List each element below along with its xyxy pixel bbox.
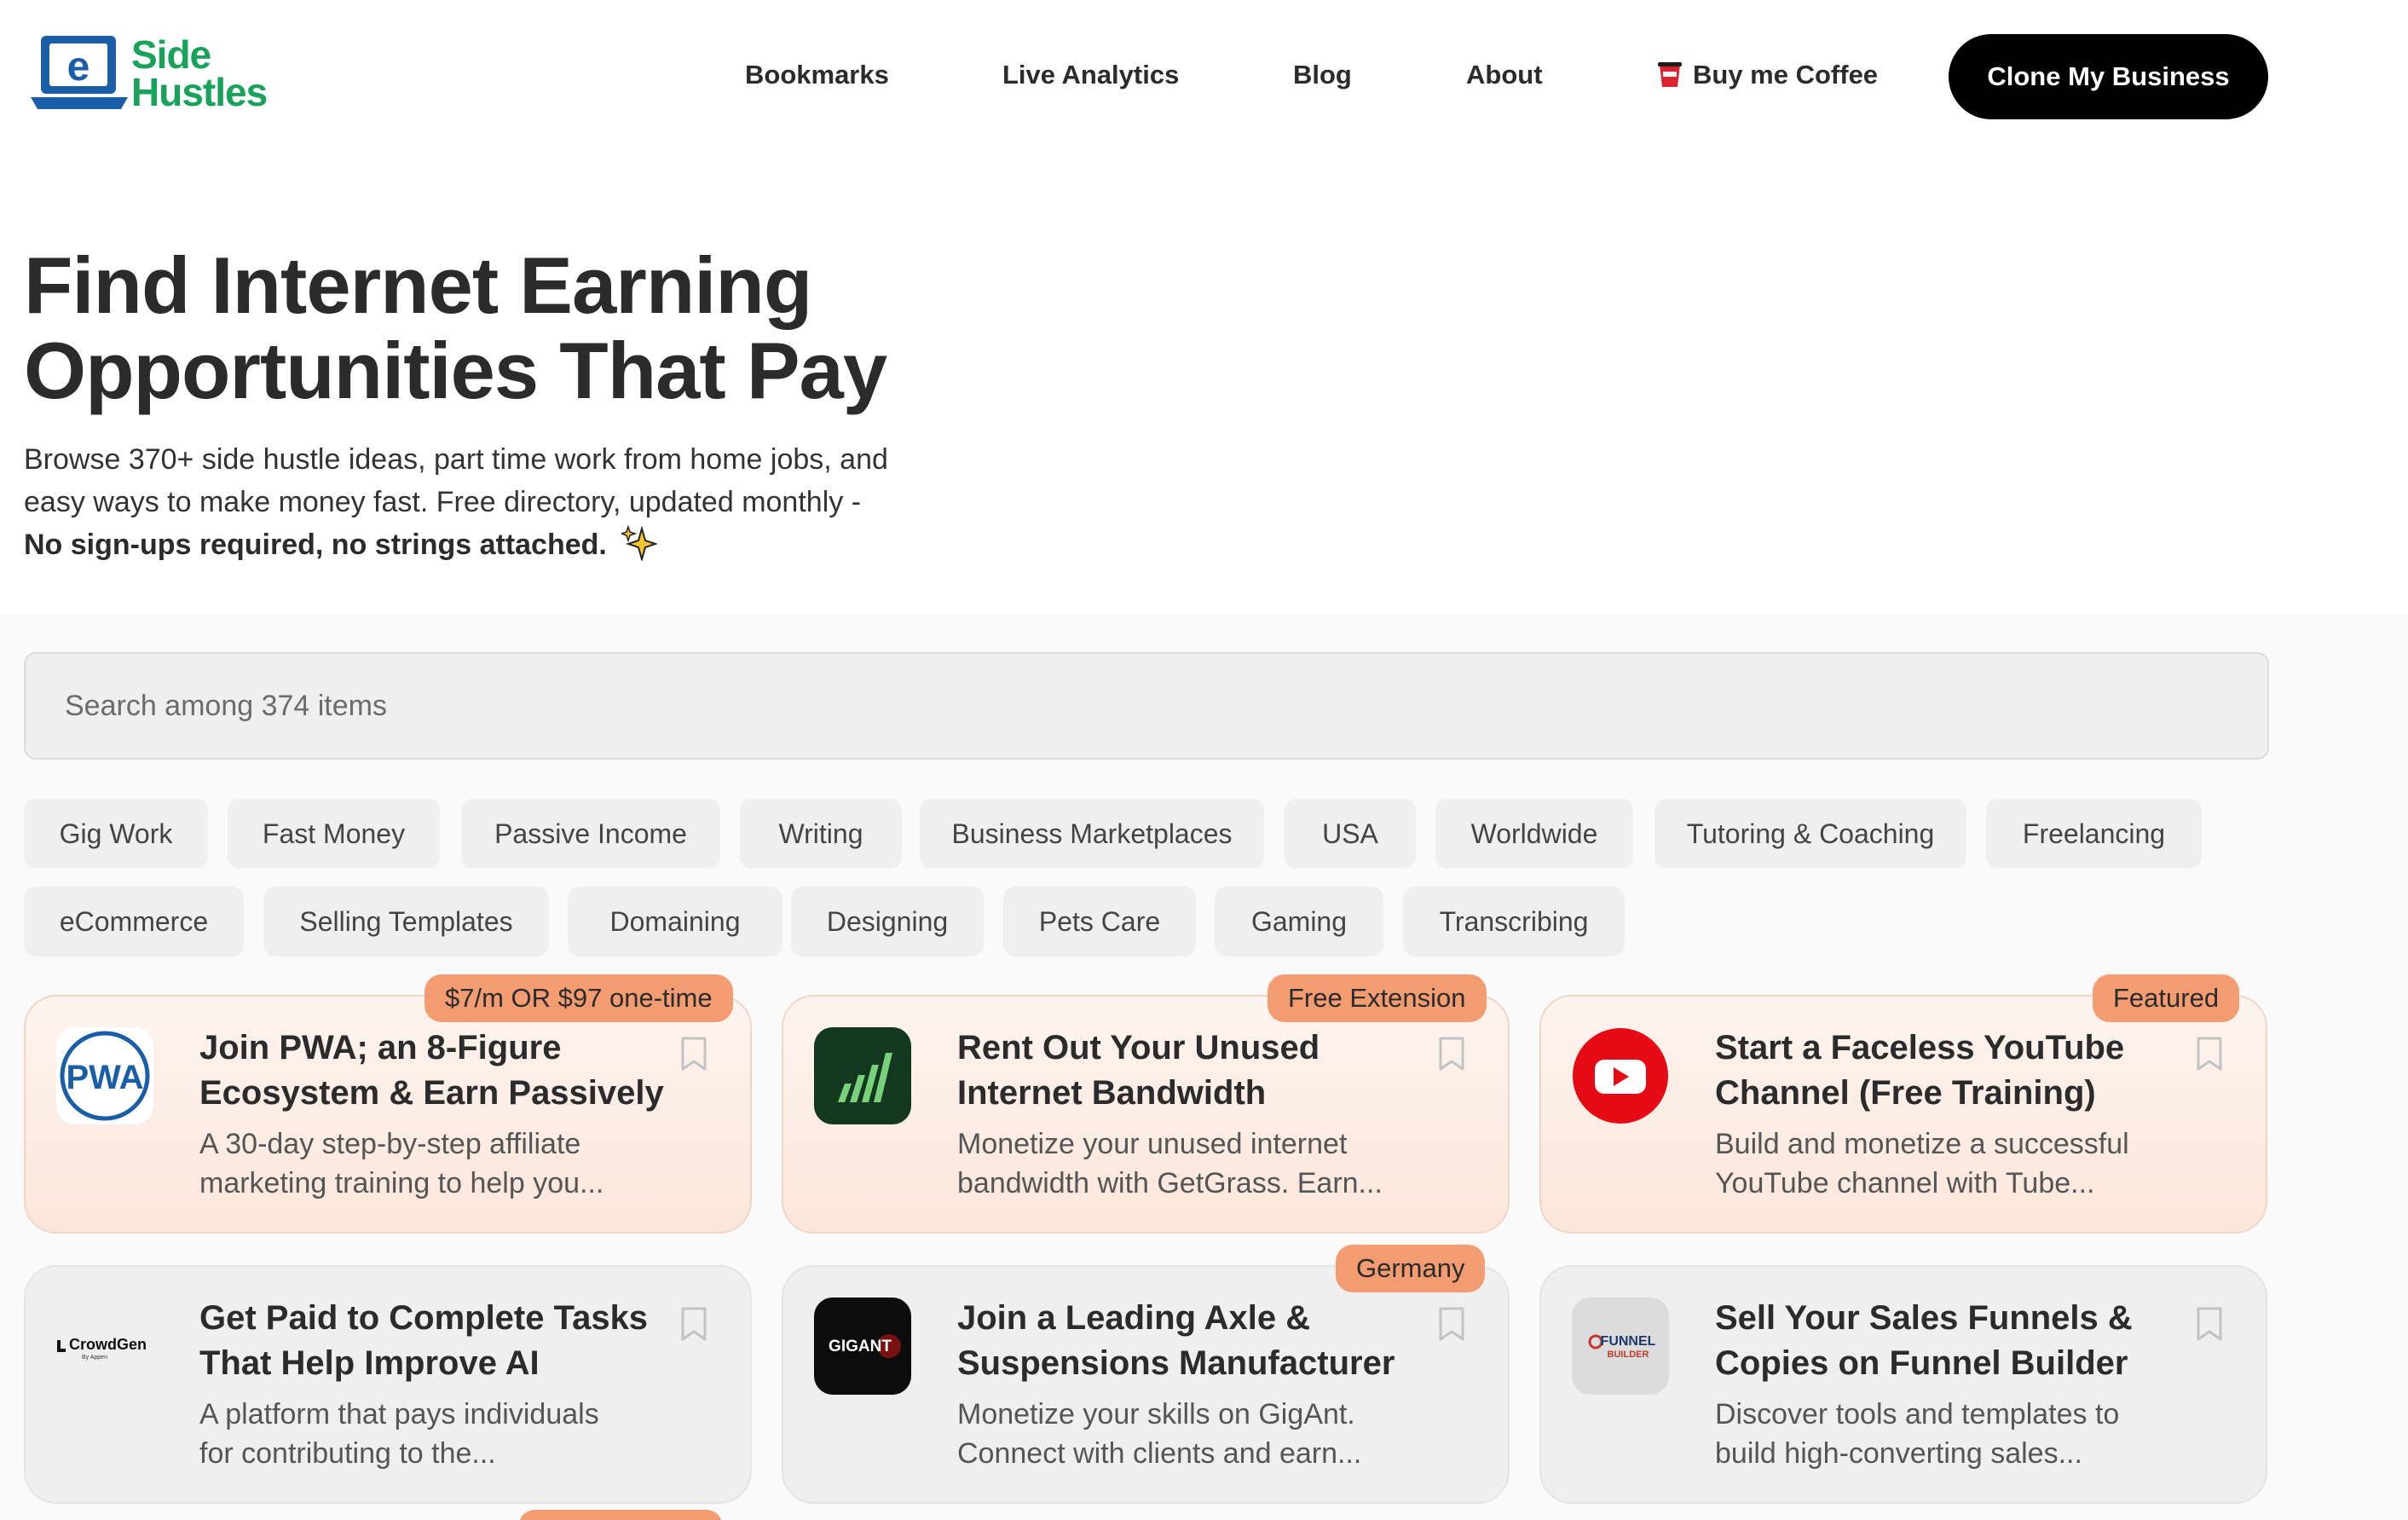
filter-business-marketplaces[interactable]: Business Marketplaces [920, 799, 1264, 869]
svg-text:GIGANT: GIGANT [829, 1338, 892, 1355]
bookmark-icon[interactable] [680, 1306, 707, 1342]
gigant-logo-icon: GIGANT [829, 1334, 901, 1358]
card-description: A 30-day step-by-step affiliate marketin… [199, 1128, 604, 1199]
nav-buy-me-coffee[interactable]: Buy me Coffee [1657, 60, 1878, 90]
bookmark-icon[interactable] [680, 1036, 707, 1072]
card-description: Build and monetize a successful YouTube … [1715, 1128, 2129, 1199]
listing-card[interactable]: $7/m OR $97 one-time PWA Join PWA; an 8-… [24, 974, 752, 1234]
featured-badge: Featured [2093, 974, 2240, 1022]
listing-card[interactable]: FUNNEL BUILDER Sell Your Sales Funnels &… [1539, 1265, 2267, 1504]
svg-text:CrowdGen: CrowdGen [69, 1336, 147, 1353]
listing-card[interactable]: Germany GIGANT Join a Leading Axle & Sus… [782, 1245, 1510, 1504]
filter-passive-income[interactable]: Passive Income [461, 799, 720, 869]
bookmark-icon[interactable] [2196, 1036, 2223, 1072]
youtube-play-icon [1573, 1028, 1668, 1124]
listing-card[interactable]: CrowdGen By Appen Get Paid to Complete T… [24, 1265, 752, 1504]
filter-pets-care[interactable]: Pets Care [1003, 887, 1196, 957]
crowdgen-logo-icon: CrowdGen By Appen [57, 1336, 147, 1361]
coffee-label: Buy me Coffee [1693, 60, 1879, 90]
pwa-logo: PWA [56, 1027, 153, 1124]
filter-gig-work[interactable]: Gig Work [24, 799, 208, 869]
filter-selling-templates[interactable]: Selling Templates [263, 887, 549, 957]
pwa-logo-icon: PWA [60, 1031, 150, 1121]
nav-about[interactable]: About [1466, 60, 1543, 90]
filter-freelancing[interactable]: Freelancing [1986, 799, 2202, 869]
filter-gaming[interactable]: Gaming [1215, 887, 1383, 957]
clone-my-business-button[interactable]: Clone My Business [1949, 34, 2268, 119]
card-description: A platform that pays individuals for con… [199, 1398, 599, 1470]
svg-text:PWA: PWA [66, 1059, 143, 1096]
nav-live-analytics[interactable]: Live Analytics [1002, 60, 1179, 90]
filter-tutoring-coaching[interactable]: Tutoring & Coaching [1654, 799, 1966, 869]
bookmark-icon[interactable] [2196, 1306, 2223, 1342]
price-badge: $7/m OR $97 one-time [424, 974, 733, 1022]
svg-text:By Appen: By Appen [82, 1355, 107, 1361]
getgrass-logo [814, 1027, 911, 1124]
crowdgen-logo: CrowdGen By Appen [56, 1297, 153, 1395]
hero-subtitle: Browse 370+ side hustle ideas, part time… [24, 438, 961, 566]
filter-ecommerce[interactable]: eCommerce [24, 887, 244, 957]
svg-text:BUILDER: BUILDER [1608, 1350, 1649, 1360]
grass-bars-icon [838, 1053, 892, 1102]
card-title[interactable]: Rent Out Your Unused Internet Bandwidth [957, 1026, 1435, 1116]
card-title[interactable]: Join PWA; an 8-Figure Ecosystem & Earn P… [199, 1026, 677, 1116]
filter-writing[interactable]: Writing [740, 799, 902, 869]
logo-line-2: Hustles [131, 70, 268, 114]
next-card-badge [518, 1510, 723, 1520]
nav-bookmarks[interactable]: Bookmarks [745, 60, 889, 90]
filter-usa[interactable]: USA [1285, 799, 1416, 869]
card-title[interactable]: Start a Faceless YouTube Channel (Free T… [1715, 1026, 2192, 1116]
card-title[interactable]: Get Paid to Complete Tasks That Help Imp… [199, 1296, 677, 1386]
bookmark-icon[interactable] [1438, 1036, 1465, 1072]
svg-text:FUNNEL: FUNNEL [1601, 1334, 1656, 1349]
listing-card[interactable]: Featured Start a Faceless YouTube Channe… [1539, 974, 2267, 1234]
bookmark-icon[interactable] [1438, 1306, 1465, 1342]
filter-domaining[interactable]: Domaining [568, 887, 782, 957]
filter-worldwide[interactable]: Worldwide [1435, 799, 1633, 869]
site-logo[interactable]: e Side Hustles [29, 29, 271, 118]
country-badge: Germany [1336, 1245, 1486, 1292]
gigant-logo: GIGANT [814, 1297, 911, 1395]
coffee-cup-icon [1658, 62, 1682, 87]
listing-card[interactable]: Free Extension Rent Out Your Unused Inte… [782, 974, 1510, 1234]
card-title[interactable]: Join a Leading Axle & Suspensions Manufa… [957, 1296, 1435, 1386]
card-title[interactable]: Sell Your Sales Funnels & Copies on Funn… [1715, 1296, 2192, 1386]
logo-letter: e [67, 44, 90, 90]
card-description: Monetize your unused internet bandwidth … [957, 1128, 1383, 1199]
sparkles-icon [621, 525, 658, 561]
card-description: Monetize your skills on GigAnt. Connect … [957, 1398, 1362, 1470]
filter-fast-money[interactable]: Fast Money [228, 799, 440, 869]
search-input[interactable] [24, 652, 2269, 760]
subtitle-strong: No sign-ups required, no strings attache… [24, 529, 607, 561]
title-line-2: Opportunities That Pay [24, 326, 887, 415]
nav-blog[interactable]: Blog [1293, 60, 1352, 90]
funnel-builder-logo: FUNNEL BUILDER [1572, 1297, 1669, 1395]
site-header: e Side Hustles Bookmarks Live Analytics … [0, 0, 2408, 153]
free-extension-badge: Free Extension [1268, 974, 1487, 1022]
logo-wordmark: Side Hustles [131, 32, 268, 114]
subtitle-line-2: easy ways to make money fast. Free direc… [24, 486, 862, 518]
filter-transcribing[interactable]: Transcribing [1403, 887, 1625, 957]
subtitle-line-1: Browse 370+ side hustle ideas, part time… [24, 443, 888, 476]
youtube-logo [1572, 1027, 1669, 1124]
laptop-logo-icon: e [31, 36, 128, 109]
title-line-1: Find Internet Earning [24, 240, 812, 330]
page-title: Find Internet Earning Opportunities That… [24, 243, 1047, 413]
funnel-builder-logo-icon: FUNNEL BUILDER [1588, 1334, 1656, 1360]
filter-designing[interactable]: Designing [791, 887, 984, 957]
logo-line-1: Side [131, 32, 211, 77]
card-description: Discover tools and templates to build hi… [1715, 1398, 2120, 1470]
